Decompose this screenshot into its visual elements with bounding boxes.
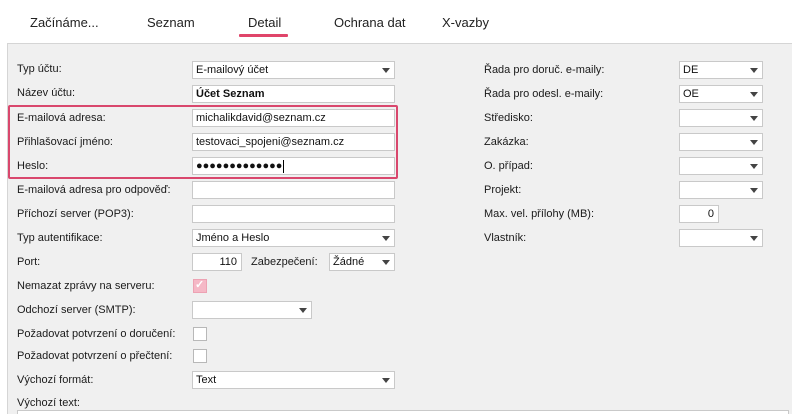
o-pripad-label: O. případ: xyxy=(484,160,533,172)
nemazat-label: Nemazat zprávy na serveru: xyxy=(17,280,155,292)
prihlasovaci-jmeno-label: Přihlašovací jméno: xyxy=(17,136,113,148)
typ-autentifikace-select[interactable]: Jméno a Heslo xyxy=(192,229,395,247)
typ-uctu-value: E-mailový účet xyxy=(196,64,269,76)
vlastnik-select[interactable] xyxy=(679,229,763,247)
rada-doruc-value: DE xyxy=(683,64,699,76)
odpoved-adresa-input[interactable] xyxy=(192,181,395,199)
tab-detail[interactable]: Detail xyxy=(248,15,281,30)
max-priloha-label: Max. vel. přílohy (MB): xyxy=(484,208,595,220)
email-adresa-input[interactable]: michalikdavid@seznam.cz xyxy=(192,109,395,127)
zabezpeceni-value: Žádné xyxy=(333,256,365,268)
prihlasovaci-jmeno-input[interactable]: testovaci_spojeni@seznam.cz xyxy=(192,133,395,151)
email-adresa-label: E-mailová adresa: xyxy=(17,112,106,124)
typ-uctu-label: Typ účtu: xyxy=(17,63,62,75)
potvrzeni-doruceni-checkbox[interactable] xyxy=(193,327,207,341)
vychozi-format-label: Výchozí formát: xyxy=(17,374,94,386)
vychozi-text-area[interactable] xyxy=(17,410,789,414)
stredisko-label: Středisko: xyxy=(484,112,533,124)
chevron-down-icon xyxy=(299,308,307,313)
vychozi-format-value: Text xyxy=(196,374,217,386)
projekt-select[interactable] xyxy=(679,181,763,199)
chevron-down-icon xyxy=(382,236,390,241)
potvrzeni-precteni-checkbox[interactable] xyxy=(193,349,207,363)
typ-autentifikace-value: Jméno a Heslo xyxy=(196,232,270,244)
potvrzeni-doruceni-label: Požadovat potvrzení o doručení: xyxy=(17,328,176,340)
heslo-input[interactable]: ●●●●●●●●●●●●● xyxy=(192,157,395,175)
port-input[interactable]: 110 xyxy=(192,253,242,271)
chevron-down-icon xyxy=(382,68,390,73)
prichozi-server-label: Příchozí server (POP3): xyxy=(17,208,134,220)
rada-odesl-select[interactable]: OE xyxy=(679,85,763,103)
zakazka-label: Zakázka: xyxy=(484,136,529,148)
chevron-down-icon xyxy=(750,188,758,193)
chevron-down-icon xyxy=(750,236,758,241)
zabezpeceni-select[interactable]: Žádné xyxy=(329,253,395,271)
typ-uctu-select[interactable]: E-mailový účet xyxy=(192,61,395,79)
nemazat-checkbox[interactable]: ✓ xyxy=(193,279,207,293)
chevron-down-icon xyxy=(750,68,758,73)
nazev-uctu-input[interactable]: Účet Seznam xyxy=(192,85,395,103)
checkmark-icon: ✓ xyxy=(195,279,205,291)
vlastnik-label: Vlastník: xyxy=(484,232,527,244)
password-dots: ●●●●●●●●●●●●● xyxy=(196,160,283,172)
chevron-down-icon xyxy=(750,92,758,97)
projekt-label: Projekt: xyxy=(484,184,522,196)
nazev-uctu-label: Název účtu: xyxy=(17,87,76,99)
vychozi-text-label: Výchozí text: xyxy=(17,397,80,409)
text-caret xyxy=(283,159,285,173)
odchozi-server-select[interactable] xyxy=(192,301,312,319)
rada-odesl-value: OE xyxy=(683,88,699,100)
odpoved-adresa-label: E-mailová adresa pro odpověď: xyxy=(17,184,171,196)
active-tab-indicator xyxy=(239,34,288,37)
rada-doruc-label: Řada pro doruč. e-maily: xyxy=(484,64,605,76)
tab-x-vazby[interactable]: X-vazby xyxy=(442,15,489,30)
rada-doruc-select[interactable]: DE xyxy=(679,61,763,79)
o-pripad-select[interactable] xyxy=(679,157,763,175)
zabezpeceni-label: Zabezpečení: xyxy=(251,256,318,268)
rada-odesl-label: Řada pro odesl. e-maily: xyxy=(484,88,604,100)
chevron-down-icon xyxy=(750,116,758,121)
tab-bar: Začínáme... Seznam Detail Ochrana dat X-… xyxy=(0,0,792,40)
chevron-down-icon xyxy=(750,164,758,169)
potvrzeni-precteni-label: Požadovat potvrzení o přečtení: xyxy=(17,350,173,362)
typ-autentifikace-label: Typ autentifikace: xyxy=(17,232,103,244)
stredisko-select[interactable] xyxy=(679,109,763,127)
tab-seznam[interactable]: Seznam xyxy=(147,15,195,30)
chevron-down-icon xyxy=(750,140,758,145)
odchozi-server-label: Odchozí server (SMTP): xyxy=(17,304,136,316)
heslo-label: Heslo: xyxy=(17,160,49,172)
max-priloha-input[interactable]: 0 xyxy=(679,205,719,223)
vychozi-format-select[interactable]: Text xyxy=(192,371,395,389)
tab-ochrana-dat[interactable]: Ochrana dat xyxy=(334,15,406,30)
chevron-down-icon xyxy=(382,378,390,383)
port-label: Port: xyxy=(17,256,41,268)
chevron-down-icon xyxy=(382,260,390,265)
zakazka-select[interactable] xyxy=(679,133,763,151)
prichozi-server-input[interactable] xyxy=(192,205,395,223)
tab-zaciname[interactable]: Začínáme... xyxy=(30,15,99,30)
